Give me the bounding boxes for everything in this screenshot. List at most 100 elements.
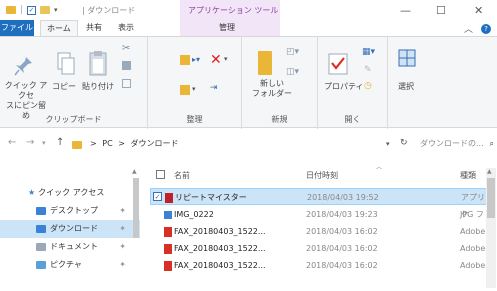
help-icon[interactable]: ? [481, 23, 491, 34]
pictures-folder-icon [36, 260, 46, 269]
cut-icon[interactable]: ✂ [122, 43, 130, 54]
pin-icon[interactable]: ✦ [119, 256, 126, 274]
path-separator: > [118, 139, 125, 148]
search-icon[interactable]: ⌕ [490, 136, 494, 152]
clipboard-group: クイック アクセ スにピン留め コピー 貼り付け ✂ クリップボード [0, 37, 148, 129]
nav-scroll-thumb[interactable] [133, 178, 139, 238]
search-input[interactable]: ダウンロードの... ⌕ [420, 136, 494, 152]
context-tab-title: アプリケーション ツール [188, 6, 279, 15]
ribbon-collapse-icon[interactable]: ︿ [464, 22, 473, 35]
properties-qa-icon[interactable]: ✓ [27, 5, 37, 15]
properties-label[interactable]: プロパティ [324, 81, 364, 92]
copy-to-icon[interactable] [180, 85, 190, 95]
delete-dropdown-icon[interactable]: ▾ [224, 55, 228, 63]
paste-icon[interactable] [88, 49, 108, 77]
file-date: 2018/04/03 16:02 [306, 227, 378, 236]
path-segment-downloads[interactable]: ダウンロード [130, 139, 178, 148]
desktop-folder-icon [36, 206, 46, 215]
copy-to-dropdown-icon[interactable]: ▾ [192, 85, 196, 93]
tab-share[interactable]: 共有 [80, 20, 108, 36]
nav-item-label: デスクトップ [50, 206, 98, 215]
path-segment-pc[interactable]: PC [102, 139, 112, 148]
move-to-icon[interactable] [180, 55, 190, 65]
organize-group: ▸▾ ✕ ▾ ▾ ⇥ 整理 [148, 37, 242, 129]
column-header-type[interactable]: 種類 [460, 170, 476, 181]
new-item-icon[interactable]: ◰▾ [286, 47, 299, 57]
tab-file[interactable]: ファイル [0, 20, 34, 36]
ribbon-controls: ︿ ? [464, 22, 491, 35]
address-bar: ← → ▾ ↑ > PC > ダウンロード ▾ ↻ ダウンロードの... ⌕ [0, 132, 497, 156]
back-icon[interactable]: ← [8, 137, 16, 148]
tab-view[interactable]: 表示 [112, 20, 140, 36]
nav-item-quick-access[interactable]: ★ クイック アクセス [0, 184, 140, 202]
quick-access-toolbar: | ✓ ▾ [6, 5, 58, 15]
nav-item-label: クイック アクセス [38, 188, 105, 197]
row-checkbox[interactable]: ✓ [153, 192, 162, 201]
select-all-checkbox[interactable] [156, 170, 165, 179]
delete-icon[interactable]: ✕ [210, 52, 222, 68]
up-icon[interactable]: ↑ [56, 137, 64, 148]
file-name: IMG_0222 [174, 210, 214, 219]
file-date: 2018/04/03 19:23 [306, 210, 378, 219]
history-icon[interactable]: ◷ [364, 81, 372, 91]
column-header-name[interactable]: 名前 [174, 170, 190, 181]
table-row[interactable]: IMG_0222 2018/04/03 19:23 JPG フ [150, 206, 490, 223]
new-folder-qa-icon[interactable] [40, 6, 51, 14]
new-folder-label[interactable]: 新しい フォルダー [252, 79, 292, 99]
table-row[interactable]: FAX_20180403_1522... 2018/04/03 16:02 Ad… [150, 257, 490, 274]
maximize-button[interactable]: ☐ [436, 4, 446, 17]
file-list-scrollbar[interactable]: ▲ [486, 168, 496, 288]
star-icon: ★ [28, 188, 36, 197]
file-type: Adobe [460, 244, 486, 253]
pin-icon[interactable]: ✦ [119, 202, 126, 220]
nav-scrollbar[interactable]: ▲ [132, 168, 140, 288]
qa-dropdown-icon[interactable]: ▾ [54, 6, 58, 14]
scroll-up-icon[interactable]: ▲ [487, 168, 492, 175]
sort-indicator-icon: ︿ [376, 164, 383, 171]
nav-item-pictures[interactable]: ピクチャ ✦ [0, 256, 140, 274]
copy-path-icon[interactable] [122, 61, 131, 70]
select-label[interactable]: 選択 [398, 81, 414, 92]
scroll-up-icon[interactable]: ▲ [132, 168, 137, 175]
file-date: 2018/04/03 19:52 [307, 193, 379, 202]
pin-icon[interactable]: ✦ [119, 220, 126, 238]
folder-icon [6, 6, 16, 14]
select-all-icon[interactable] [398, 49, 416, 67]
new-folder-icon[interactable] [258, 51, 272, 75]
nav-item-documents[interactable]: ドキュメント ✦ [0, 238, 140, 256]
nav-item-label: ダウンロード [50, 224, 98, 233]
rename-icon[interactable]: ⇥ [210, 83, 218, 93]
copy-icon[interactable] [56, 51, 76, 77]
pin-icon[interactable] [14, 55, 34, 77]
tab-manage[interactable]: 管理 [213, 20, 241, 36]
minimize-button[interactable]: — [400, 4, 411, 17]
open-icon[interactable]: ▦▾ [362, 47, 375, 57]
forward-icon[interactable]: → [26, 137, 34, 148]
easy-access-icon[interactable]: ◫▾ [286, 67, 299, 77]
table-row[interactable]: FAX_20180403_1522... 2018/04/03 16:02 Ad… [150, 240, 490, 257]
new-group-label: 新規 [271, 115, 288, 124]
recent-locations-icon[interactable]: ▾ [42, 139, 46, 147]
refresh-icon[interactable]: ↻ [400, 138, 408, 148]
close-button[interactable]: ✕ [474, 4, 483, 17]
address-path[interactable]: > PC > ダウンロード [90, 136, 380, 152]
nav-item-desktop[interactable]: デスクトップ ✦ [0, 202, 140, 220]
column-header-date[interactable]: 日付時刻 [306, 170, 338, 181]
pdf-icon [164, 244, 172, 254]
app-icon [165, 193, 173, 203]
table-row[interactable]: ✓ リピートマイスター 2018/04/03 19:52 アプリケ [150, 188, 490, 219]
paste-label[interactable]: 貼り付け [82, 81, 114, 92]
file-list-scroll-thumb[interactable] [487, 178, 495, 218]
edit-icon[interactable]: ✎ [364, 65, 372, 75]
properties-icon[interactable] [328, 53, 348, 75]
tab-home[interactable]: ホーム [40, 20, 78, 36]
nav-item-downloads[interactable]: ダウンロード ✦ [0, 220, 140, 238]
move-to-arrow-icon[interactable]: ▸▾ [192, 55, 200, 64]
ribbon: クイック アクセ スにピン留め コピー 貼り付け ✂ クリップボード ▸▾ ✕ … [0, 36, 497, 129]
table-row[interactable]: FAX_20180403_1522... 2018/04/03 16:02 Ad… [150, 223, 490, 240]
address-dropdown-icon[interactable]: ▾ [386, 140, 390, 148]
copy-label[interactable]: コピー [52, 81, 76, 92]
clipboard-group-label: クリップボード [45, 115, 102, 124]
paste-shortcut-icon[interactable] [122, 79, 131, 88]
pin-icon[interactable]: ✦ [119, 238, 126, 256]
